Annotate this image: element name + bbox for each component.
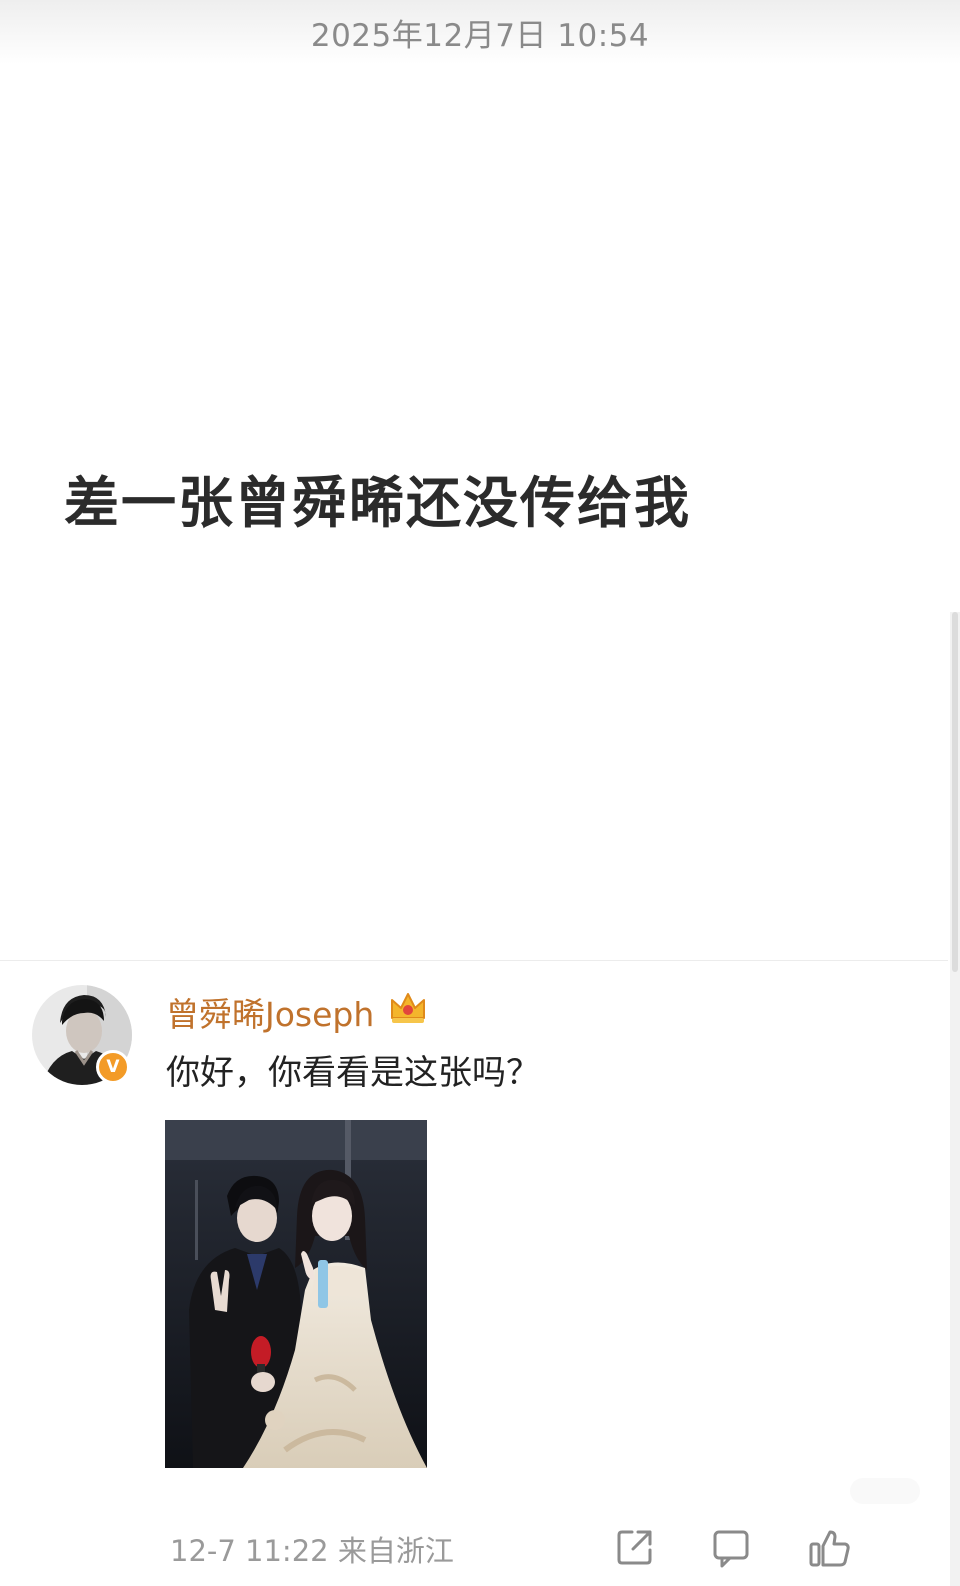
post-text: 差一张曾舜晞还没传给我 [64, 471, 692, 535]
reply-username[interactable]: 曾舜晞Joseph [166, 988, 374, 1036]
reply-photo[interactable] [165, 1120, 427, 1468]
scrollbar-thumb[interactable] [952, 612, 958, 972]
watermark [850, 1478, 920, 1504]
comment-icon[interactable] [712, 1528, 752, 1568]
crown-icon [388, 988, 428, 1028]
verified-icon: V [96, 1050, 130, 1084]
reply-meta: 12-7 11:22 来自浙江 [170, 1534, 454, 1568]
share-icon[interactable] [616, 1528, 654, 1566]
reply-text: 你好，你看看是这张吗？ [166, 1053, 540, 1093]
like-icon[interactable] [808, 1528, 852, 1568]
divider [0, 960, 948, 961]
message-timestamp: 2025年12月7日 10:54 [310, 18, 650, 54]
